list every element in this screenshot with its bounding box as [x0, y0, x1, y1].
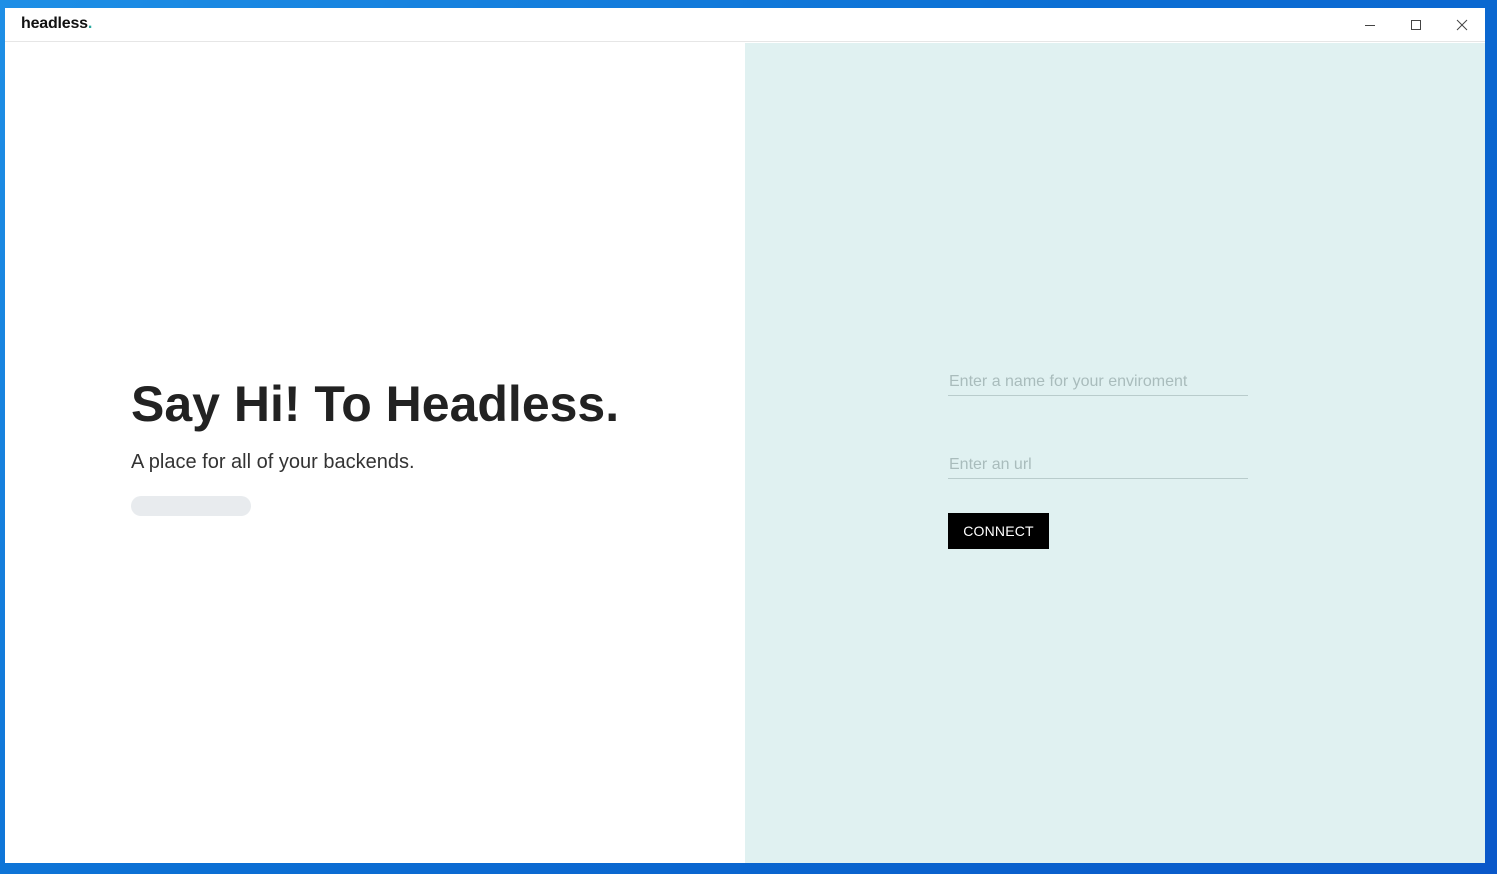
app-logo-dot: .	[87, 15, 93, 32]
app-logo: headless.	[21, 15, 92, 33]
page-subtitle: A place for all of your backends.	[131, 451, 415, 473]
url-input[interactable]	[948, 455, 1248, 479]
close-icon	[1456, 19, 1468, 31]
welcome-pane: Say Hi! To Headless. A place for all of …	[5, 43, 745, 863]
title-bar[interactable]: headless.	[5, 8, 1485, 42]
connect-pane: CONNECT	[745, 43, 1485, 863]
page-title: Say Hi! To Headless.	[131, 376, 620, 432]
minimize-icon	[1365, 25, 1375, 26]
connect-button[interactable]: CONNECT	[948, 513, 1049, 549]
app-logo-text: headless	[21, 15, 88, 32]
environment-name-input[interactable]	[948, 372, 1248, 396]
app-window: headless. Say Hi! To Headless. A place f…	[5, 8, 1485, 863]
minimize-button[interactable]	[1347, 8, 1393, 42]
loading-placeholder	[131, 496, 251, 516]
maximize-icon	[1411, 20, 1421, 30]
window-controls	[1347, 8, 1485, 42]
close-button[interactable]	[1439, 8, 1485, 42]
maximize-button[interactable]	[1393, 8, 1439, 42]
